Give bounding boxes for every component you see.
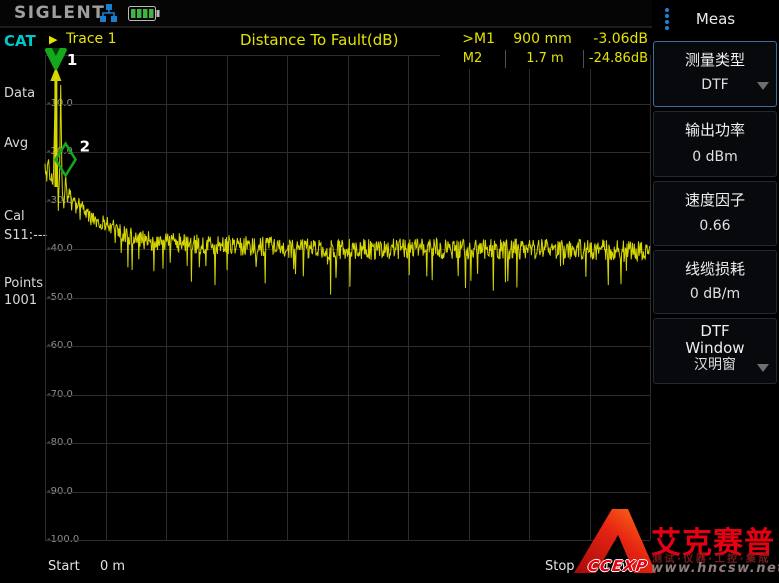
marker-label: 1 [67, 51, 77, 69]
y-axis-label: -10.0 [47, 98, 73, 109]
analyzer-screen: SIGLENT CAT Data Avg Cal S11:--- Points … [0, 0, 779, 583]
start-value: 0 m [100, 559, 125, 574]
marker1-distance: 900 mm [500, 31, 585, 47]
y-axis-label: -90.0 [47, 486, 73, 497]
marker-label: 2 [80, 138, 90, 156]
y-axis-label: -70.0 [47, 389, 73, 400]
sidebar-item-s11-status: S11:--- [4, 228, 47, 243]
measurement-title: Distance To Fault(dB) [240, 31, 398, 49]
y-axis-label: 0.0 [47, 49, 63, 60]
siglent-logo: SIGLENT [14, 3, 105, 23]
sidebar-item-data: Data [4, 86, 35, 101]
marker2-id: M2 [440, 50, 505, 68]
lan-icon [100, 4, 118, 23]
dropdown-arrow-icon [757, 82, 769, 90]
menu-button-cable-loss[interactable]: 线缆损耗 0 dB/m [653, 250, 777, 314]
dtf-trace [45, 73, 650, 294]
y-axis-label: -50.0 [47, 292, 73, 303]
marker2-amplitude: -24.86dB [583, 50, 651, 68]
menu-button-measure-type[interactable]: 测量类型 DTF [653, 41, 777, 107]
battery-icon [128, 6, 160, 21]
y-axis-label: -100.0 [47, 534, 79, 545]
menu-button-output-power[interactable]: 输出功率 0 dBm [653, 111, 777, 177]
plot-grid [45, 55, 651, 541]
stop-label: Stop [545, 559, 575, 574]
y-axis-label: -80.0 [47, 437, 73, 448]
sidebar-item-cal: Cal [4, 209, 25, 224]
marker1-id: >M1 [440, 31, 495, 47]
y-axis-label: -60.0 [47, 340, 73, 351]
stop-value: 50 m [592, 559, 625, 574]
sidebar-item-points-value: 1001 [4, 293, 37, 308]
marker2-distance: 1.7 m [505, 50, 584, 68]
sidebar-item-avg: Avg [4, 136, 28, 151]
marker-arrow-head [50, 67, 61, 81]
y-axis-label: -40.0 [47, 243, 73, 254]
sidebar-mode-cat: CAT [4, 32, 36, 50]
start-label: Start [48, 559, 80, 574]
marker2-row: M2 1.7 m -24.86dB [440, 49, 650, 69]
y-axis-label: -20.0 [47, 146, 73, 157]
menu-button-dtf-window[interactable]: DTF Window 汉明窗 [653, 318, 777, 384]
y-axis-label: -30.0 [47, 195, 73, 206]
sidebar-item-points-label: Points [4, 276, 43, 291]
trace-label[interactable]: Trace 1 [66, 31, 117, 47]
trace-play-icon: ▶ [49, 33, 57, 46]
menu-button-velocity-factor[interactable]: 速度因子 0.66 [653, 181, 777, 246]
menu-header: Meas [652, 0, 779, 38]
softkey-menu: Meas 测量类型 DTF 输出功率 0 dBm 速度因子 0.66 线缆损耗 … [652, 0, 779, 583]
dropdown-arrow-icon [757, 364, 769, 372]
menu-title: Meas [652, 10, 779, 28]
marker1-amplitude: -3.06dB [588, 31, 648, 47]
